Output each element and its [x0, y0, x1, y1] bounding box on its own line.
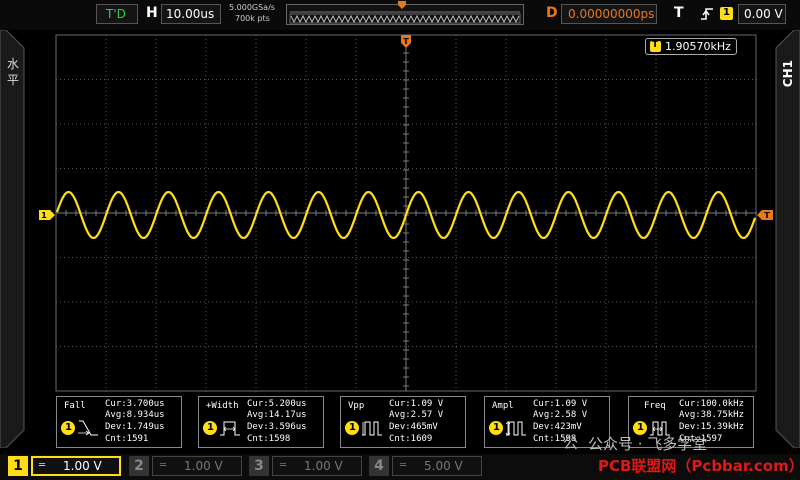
measurement-channel-num: 1: [493, 422, 500, 433]
horizontal-label: H: [146, 5, 158, 21]
waveform-display[interactable]: T 1 T: [0, 30, 800, 450]
channel-4-button[interactable]: 4: [369, 456, 389, 476]
measurement-avg: Avg:38.75kHz: [679, 410, 745, 420]
watermark-account: 公众号 · 飞多学堂: [588, 435, 708, 453]
channel-4-scale[interactable]: 5.00 V: [424, 459, 463, 473]
measurement-avg: Avg:2.57 V: [389, 410, 444, 420]
trigger-level[interactable]: 0.00 V: [744, 7, 783, 21]
measurement-cur: Cur:3.700us: [105, 399, 165, 409]
frequency-counter-value: 1.90570kHz: [665, 40, 731, 53]
svg-text:T: T: [764, 211, 770, 220]
positive-width-icon: [220, 421, 240, 436]
measurement-cur: Cur:100.0kHz: [679, 399, 745, 409]
measurement-avg: Avg:2.58 V: [533, 410, 588, 420]
watermark-site: PCB联盟网（Pcbbar.com）: [598, 457, 800, 475]
counter-icon-label: T: [652, 40, 659, 50]
measurement-cur: Cur:5.200us: [247, 399, 307, 409]
delay-value[interactable]: 0.00000000ps: [568, 7, 654, 21]
svg-text:1: 1: [41, 211, 47, 220]
channel-3-coupling-icon: ═: [280, 460, 287, 471]
measurement-dev: Dev:1.749us: [105, 422, 165, 432]
channel-2-coupling-icon: ═: [160, 460, 167, 471]
delay-label: D: [546, 5, 558, 21]
measurement-fall[interactable]: Fall Cur:3.700us Avg:8.934us Dev:1.749us…: [56, 396, 182, 448]
trigger-label: T: [674, 5, 684, 21]
trigger-source: 1: [723, 7, 730, 18]
measurement-cnt: Cnt:1591: [105, 434, 149, 444]
measurement-avg: Avg:8.934us: [105, 410, 165, 420]
timebase-value[interactable]: 10.00us: [166, 7, 214, 21]
measurement-channel-num: 1: [65, 422, 72, 433]
channel-1-coupling-icon: ═: [39, 460, 46, 471]
measurement-name: Vpp: [348, 401, 365, 411]
measurement-name: Freq: [644, 401, 666, 411]
sample-rate: 5.000GSa/s: [229, 3, 275, 12]
vpp-icon: [362, 421, 382, 436]
fall-time-icon: [78, 420, 98, 436]
channel-3-scale[interactable]: 1.00 V: [304, 459, 343, 473]
measurement-name: Fall: [64, 401, 86, 411]
trigger-level-marker: T: [757, 210, 773, 220]
measurement-dev: Dev:465mV: [389, 422, 438, 432]
measurement-name: Ampl: [492, 401, 514, 411]
trigger-status: T'D: [106, 7, 126, 21]
channel-2-button[interactable]: 2: [129, 456, 149, 476]
measurement-channel-num: 1: [349, 422, 356, 433]
measurement-cur: Cur:1.09 V: [533, 399, 588, 409]
svg-text:T: T: [403, 37, 409, 46]
measurement-pwidth[interactable]: +Width Cur:5.200us Avg:14.17us Dev:3.596…: [198, 396, 324, 448]
measurement-channel-num: 1: [637, 422, 644, 433]
wechat-logo-icon: 公: [563, 434, 579, 452]
amplitude-icon: [505, 421, 526, 436]
measurement-cur: Cur:1.09 V: [389, 399, 444, 409]
measurement-cnt: Cnt:1598: [247, 434, 291, 444]
measurement-cnt: Cnt:1609: [389, 434, 433, 444]
rising-edge-icon: [701, 8, 713, 20]
ch1-offset-marker: 1: [39, 210, 55, 220]
measurement-dev: Dev:15.39kHz: [679, 422, 745, 432]
channel-4-coupling-icon: ═: [400, 460, 407, 471]
measurement-vpp[interactable]: Vpp Cur:1.09 V Avg:2.57 V Dev:465mV Cnt:…: [340, 396, 466, 448]
measurement-name: +Width: [206, 401, 239, 411]
channel-1-scale[interactable]: 1.00 V: [63, 459, 102, 473]
measurement-dev: Dev:3.596us: [247, 422, 307, 432]
channel-3-button[interactable]: 3: [249, 456, 269, 476]
channel-2-scale[interactable]: 1.00 V: [184, 459, 223, 473]
measurement-channel-num: 1: [207, 422, 214, 433]
trigger-position-icon: [398, 1, 406, 9]
measurement-avg: Avg:14.17us: [247, 410, 307, 420]
channel-1-button[interactable]: 1: [8, 456, 28, 476]
memory-depth: 700k pts: [235, 14, 270, 23]
